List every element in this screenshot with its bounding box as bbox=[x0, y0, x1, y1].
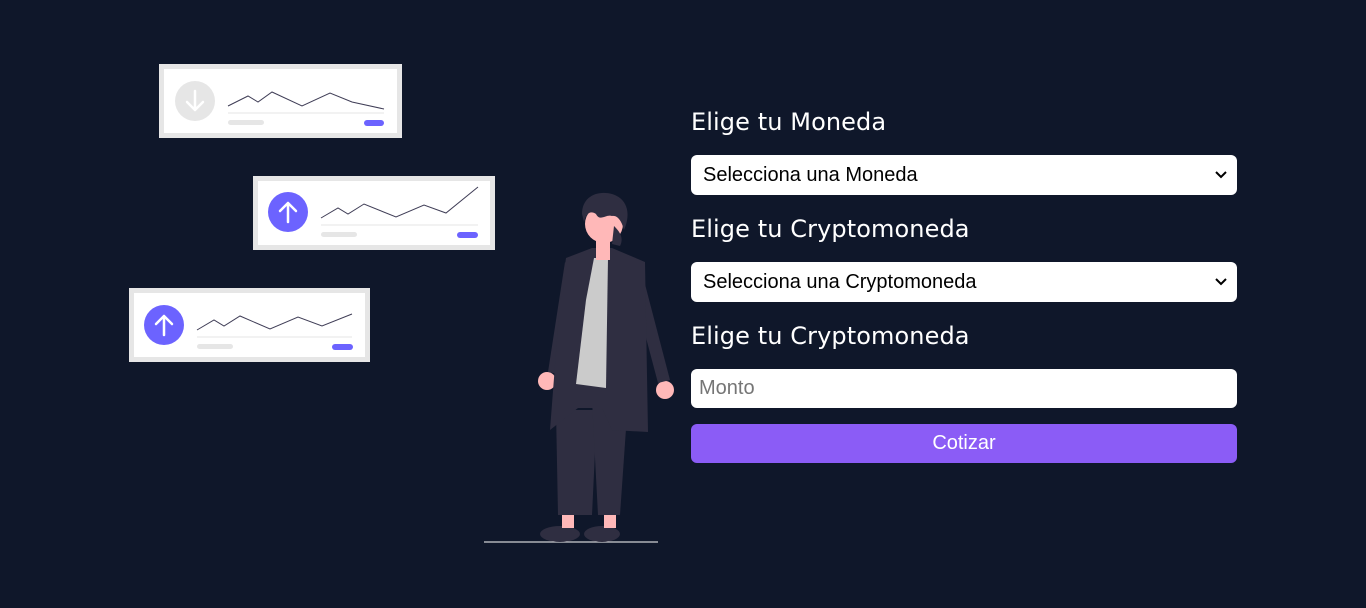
crypto-select-value: Selecciona una Cryptomoneda bbox=[703, 270, 977, 293]
arrow-up-icon bbox=[268, 192, 308, 232]
stock-card-1 bbox=[159, 64, 402, 138]
stock-card-2 bbox=[253, 176, 495, 250]
crypto-label: Elige tu Cryptomoneda bbox=[691, 215, 970, 243]
currency-select[interactable]: Selecciona una Moneda bbox=[691, 155, 1237, 195]
amount-input[interactable] bbox=[691, 369, 1237, 408]
page: Elige tu Moneda Selecciona una Moneda El… bbox=[0, 0, 1366, 608]
cotizar-button[interactable]: Cotizar bbox=[691, 424, 1237, 463]
person-figure bbox=[484, 192, 674, 543]
arrow-down-icon bbox=[175, 81, 215, 121]
currency-label: Elige tu Moneda bbox=[691, 108, 887, 136]
arrow-up-icon bbox=[144, 305, 184, 345]
chevron-down-icon bbox=[1215, 169, 1227, 181]
amount-label: Elige tu Cryptomoneda bbox=[691, 322, 970, 350]
crypto-select[interactable]: Selecciona una Cryptomoneda bbox=[691, 262, 1237, 302]
stock-card-3 bbox=[129, 288, 370, 362]
currency-select-value: Selecciona una Moneda bbox=[703, 163, 918, 186]
hero-illustration bbox=[129, 64, 674, 543]
chevron-down-icon bbox=[1215, 276, 1227, 288]
